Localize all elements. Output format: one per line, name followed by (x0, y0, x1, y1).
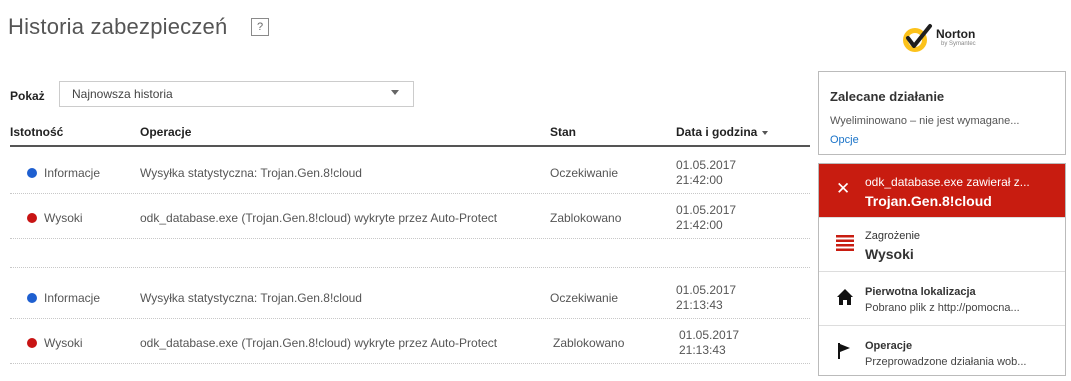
time-value: 21:42:00 (676, 218, 723, 232)
date-value: 01.05.2017 (679, 328, 740, 342)
origin-label: Pierwotna lokalizacja (865, 286, 976, 298)
recommended-action-text: Wyeliminowano – nie jest wymagane... (830, 115, 1020, 127)
table-row[interactable]: Informacje Wysyłka statystyczna: Trojan.… (10, 150, 810, 194)
alert-message: odk_database.exe zawierał z... (865, 175, 1030, 189)
page-title: Historia zabezpieczeń (8, 14, 228, 39)
severity-cell: Wysoki (44, 211, 83, 225)
threat-name: Trojan.Gen.8!cloud (865, 193, 992, 209)
history-filter-select[interactable]: Najnowsza historia (59, 81, 414, 107)
origin-section[interactable]: Pierwotna lokalizacja Pobrano plik z htt… (819, 271, 1065, 323)
date-cell: 01.05.2017 21:42:00 (676, 203, 736, 233)
table-row[interactable]: Informacje Wysyłka statystyczna: Trojan.… (10, 275, 810, 319)
time-value: 21:42:00 (676, 173, 723, 187)
show-label: Pokaż (10, 89, 45, 103)
help-button[interactable]: ? (251, 18, 269, 36)
date-value: 01.05.2017 (676, 283, 737, 297)
column-header-date[interactable]: Data i godzina (676, 125, 769, 139)
state-cell: Zablokowano (553, 336, 625, 350)
details-panel: ✕ odk_database.exe zawierał z... Trojan.… (818, 163, 1066, 376)
close-icon: ✕ (836, 179, 851, 198)
severity-high-icon (27, 338, 37, 348)
table-header: Istotność Operacje Stan Data i godzina (10, 117, 810, 147)
logo-text: Norton (936, 27, 976, 41)
operation-cell: odk_database.exe (Trojan.Gen.8!cloud) wy… (140, 336, 498, 350)
severity-cell: Informacje (44, 166, 101, 180)
time-value: 21:13:43 (679, 343, 726, 357)
divider (10, 267, 810, 268)
recommended-action-title: Zalecane działanie (830, 89, 945, 104)
operation-cell: Wysyłka statystyczna: Trojan.Gen.8!cloud (140, 291, 362, 305)
state-cell: Zablokowano (550, 211, 622, 225)
operation-cell: odk_database.exe (Trojan.Gen.8!cloud) wy… (140, 211, 498, 225)
severity-info-icon (27, 168, 37, 178)
operations-section[interactable]: Operacje Przeprowadzone działania wob... (819, 325, 1065, 375)
state-cell: Oczekiwanie (550, 166, 619, 180)
table-row[interactable]: Wysoki odk_database.exe (Trojan.Gen.8!cl… (10, 320, 810, 364)
time-value: 21:13:43 (676, 298, 723, 312)
threat-level-section: Zagrożenie Wysoki (819, 217, 1065, 269)
flag-icon (838, 343, 850, 359)
threat-value: Wysoki (865, 246, 914, 262)
options-link[interactable]: Opcje (830, 134, 859, 146)
date-cell: 01.05.2017 21:13:43 (676, 283, 736, 313)
state-cell: Oczekiwanie (550, 291, 619, 305)
threat-label: Zagrożenie (865, 230, 921, 242)
date-value: 01.05.2017 (676, 203, 737, 217)
date-cell: 01.05.2017 21:42:00 (676, 158, 736, 188)
date-cell: 01.05.2017 21:13:43 (679, 328, 739, 358)
threat-alert-banner: ✕ odk_database.exe zawierał z... Trojan.… (819, 164, 1065, 217)
chevron-down-icon (391, 90, 399, 95)
operations-value: Przeprowadzone działania wob... (865, 356, 1027, 368)
table-row[interactable]: Wysoki odk_database.exe (Trojan.Gen.8!cl… (10, 195, 810, 239)
column-header-severity[interactable]: Istotność (10, 125, 63, 139)
column-header-state[interactable]: Stan (550, 125, 576, 139)
severity-cell: Informacje (44, 291, 101, 305)
column-header-date-label: Data i godzina (676, 125, 758, 139)
origin-value: Pobrano plik z http://pomocna... (865, 302, 1020, 314)
logo-subtext: by Symantec (941, 41, 976, 47)
severity-high-icon (27, 213, 37, 223)
severity-cell: Wysoki (44, 336, 83, 350)
operation-cell: Wysyłka statystyczna: Trojan.Gen.8!cloud (140, 166, 362, 180)
recommended-action-panel: Zalecane działanie Wyeliminowano – nie j… (818, 71, 1066, 155)
threat-level-icon (836, 235, 854, 251)
severity-info-icon (27, 293, 37, 303)
history-filter-value: Najnowsza historia (72, 87, 173, 101)
sort-descending-icon (762, 130, 769, 135)
operations-label: Operacje (865, 340, 913, 352)
home-icon (837, 289, 853, 305)
date-value: 01.05.2017 (676, 158, 737, 172)
column-header-operations[interactable]: Operacje (140, 125, 191, 139)
